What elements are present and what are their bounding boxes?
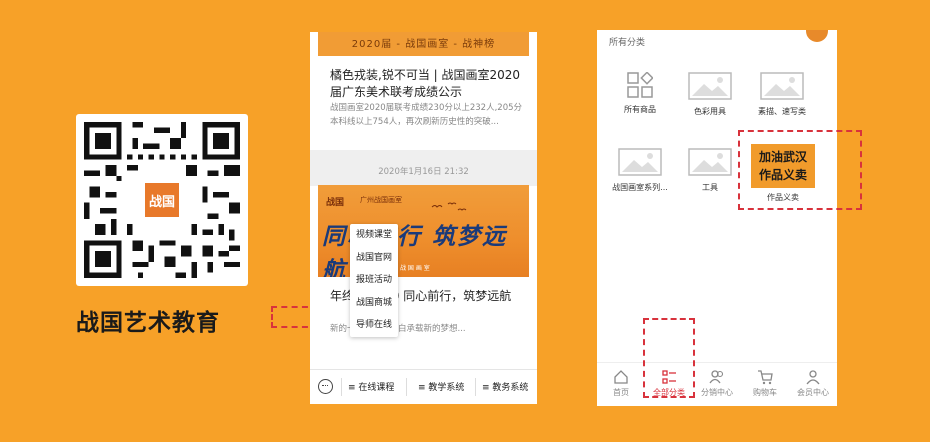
image-placeholder-icon [688, 148, 732, 176]
tab-member-center[interactable]: 会员中心 [789, 369, 837, 398]
cart-icon [758, 370, 773, 385]
tab-teaching-system[interactable]: ≡ 教学系统 [418, 380, 464, 393]
popup-item-mall[interactable]: 战国商城 [350, 292, 398, 315]
image-placeholder-icon [688, 72, 732, 100]
image-placeholder-icon [618, 148, 662, 176]
category-tools[interactable]: 工具 [675, 148, 745, 193]
article-date: 2020年1月16日 21:32 [378, 167, 469, 177]
popup-item-video[interactable]: 视频课堂 [350, 224, 398, 247]
article-summary: 战国画室2020届联考成绩230分以上232人,205分本科线以上754人，再次… [330, 103, 523, 127]
tab-divider [341, 378, 342, 396]
tab-distribution-center[interactable]: 分销中心 [693, 369, 741, 398]
tab-home[interactable]: 首页 [597, 369, 645, 398]
tab-divider [406, 378, 407, 396]
category-header: 所有分类 [609, 38, 646, 48]
popup-item-website[interactable]: 战国官网 [350, 247, 398, 270]
category-zhanguo-series[interactable]: 战国画室系列... [605, 148, 675, 193]
grid-icon [627, 72, 653, 98]
article-header-banner: 2020届 - 战国画室 - 战神榜 [318, 32, 529, 56]
users-icon [709, 370, 724, 384]
keyboard-icon[interactable] [318, 379, 333, 394]
bottom-tab-bar: 首页 全部分类 分销中心 购物车 会员中心 [597, 362, 837, 406]
tab-cart[interactable]: 购物车 [741, 369, 789, 398]
menu-icon: ≡ [482, 383, 493, 393]
menu-icon: ≡ [348, 383, 359, 393]
banner-sub-logo: 广州战国画室 [360, 196, 402, 204]
wechat-article-screen: 2020届 - 战国画室 - 战神榜 橘色戎装,锐不可当 | 战国画室2020届… [310, 32, 537, 404]
highlight-box-charity-sale [738, 130, 862, 210]
banner-logo: 战国 [326, 198, 345, 208]
shop-category-screen: 所有分类 所有商品 色彩用具 素描、速写类 战国画室系列... 工具 加油武汉 … [597, 30, 837, 406]
home-icon [614, 370, 628, 384]
floating-button[interactable] [806, 30, 828, 42]
tab-online-course[interactable]: ≡ 在线课程 [348, 380, 394, 393]
member-icon [806, 370, 820, 385]
category-color-supplies[interactable]: 色彩用具 [675, 72, 745, 117]
qr-code: 战国 [76, 114, 248, 286]
tab-divider [475, 378, 476, 396]
banner-tagline: 战 国 画 室 [400, 265, 430, 272]
image-placeholder-icon [760, 72, 804, 100]
category-all-products[interactable]: 所有商品 [605, 72, 675, 115]
article-title[interactable]: 橘色戎装,锐不可当 | 战国画室2020届广东美术联考成绩公示 [330, 67, 525, 101]
menu-icon: ≡ [418, 383, 429, 393]
popup-menu: 视频课堂 战国官网 报班活动 战国商城 导师在线 [350, 224, 398, 337]
popup-item-tutor[interactable]: 导师在线 [350, 314, 398, 337]
tab-academic-system[interactable]: ≡ 教务系统 [482, 380, 528, 393]
category-sketch[interactable]: 素描、速写类 [747, 72, 817, 117]
highlight-box-all-categories-tab [643, 318, 695, 398]
brand-name: 战国艺术教育 [76, 310, 220, 336]
qr-center-logo: 战国 [142, 180, 182, 220]
popup-item-enroll[interactable]: 报班活动 [350, 269, 398, 292]
official-account-menu-bar: ≡ 在线课程 ≡ 教学系统 ≡ 教务系统 [310, 369, 537, 404]
birds-icon [431, 202, 467, 211]
